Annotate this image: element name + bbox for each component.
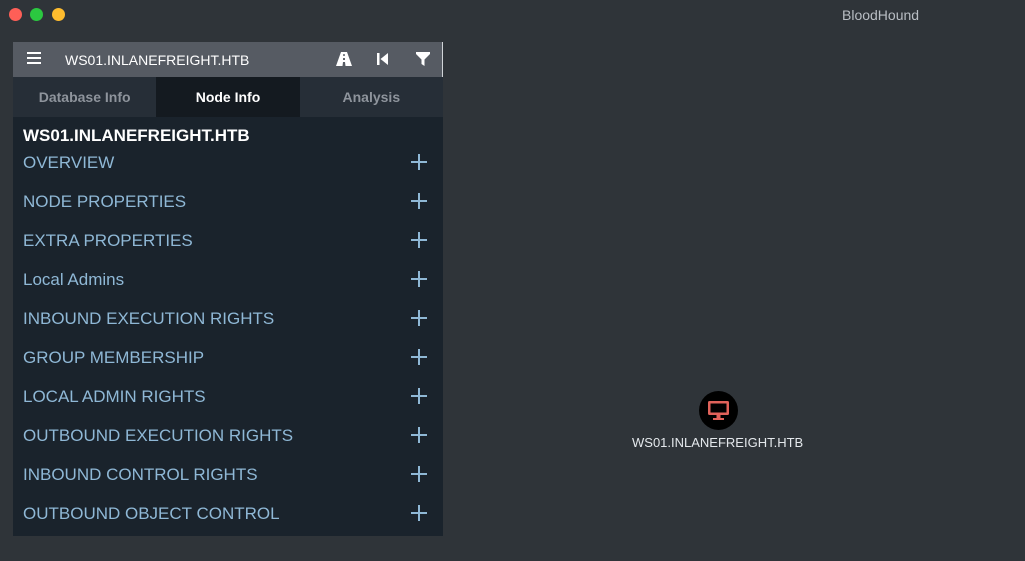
plus-icon[interactable]	[411, 154, 427, 170]
section-label: Local Admins	[23, 270, 125, 289]
section-label: OUTBOUND EXECUTION RIGHTS	[23, 426, 294, 445]
section-extra-properties[interactable]: EXTRA PROPERTIES	[13, 224, 443, 263]
window-titlebar: BloodHound	[0, 0, 1025, 30]
node-label: WS01.INLANEFREIGHT.HTB	[632, 435, 804, 450]
search-input[interactable]	[63, 48, 307, 72]
tab-database-info[interactable]: Database Info	[13, 77, 157, 117]
hamburger-icon[interactable]	[27, 52, 41, 66]
section-local-admins[interactable]: Local Admins	[13, 263, 443, 302]
search-bar	[13, 42, 443, 77]
step-back-icon[interactable]	[374, 50, 392, 68]
section-label: LOCAL ADMIN RIGHTS	[23, 387, 206, 406]
section-label: INBOUND CONTROL RIGHTS	[23, 465, 258, 484]
section-label: GROUP MEMBERSHIP	[23, 348, 205, 367]
plus-icon[interactable]	[411, 271, 427, 287]
tab-analysis[interactable]: Analysis	[299, 77, 443, 117]
maximize-window-button[interactable]	[30, 8, 43, 21]
plus-icon[interactable]	[411, 349, 427, 365]
section-node-properties[interactable]: NODE PROPERTIES	[13, 185, 443, 224]
node-info-panel: Database Info Node Info Analysis WS01.IN…	[13, 42, 443, 536]
node-title: WS01.INLANEFREIGHT.HTB	[23, 126, 250, 145]
plus-icon[interactable]	[411, 232, 427, 248]
section-local-admin-rights[interactable]: LOCAL ADMIN RIGHTS	[13, 380, 443, 419]
plus-icon[interactable]	[411, 310, 427, 326]
computer-node[interactable]	[699, 391, 738, 430]
window-title: BloodHound	[842, 7, 920, 23]
panel-tabs: Database Info Node Info Analysis	[13, 77, 443, 117]
node-sections: OVERVIEW NODE PROPERTIES EXTRA PROPERTIE…	[13, 146, 443, 536]
close-window-button[interactable]	[9, 8, 22, 21]
minimize-window-button[interactable]	[52, 8, 65, 21]
plus-icon[interactable]	[411, 505, 427, 521]
section-outbound-execution-rights[interactable]: OUTBOUND EXECUTION RIGHTS	[13, 419, 443, 458]
section-overview[interactable]: OVERVIEW	[13, 146, 443, 185]
road-icon[interactable]	[335, 50, 353, 68]
section-inbound-control-rights[interactable]: INBOUND CONTROL RIGHTS	[13, 458, 443, 497]
section-inbound-execution-rights[interactable]: INBOUND EXECUTION RIGHTS	[13, 302, 443, 341]
section-label: EXTRA PROPERTIES	[23, 231, 193, 250]
plus-icon[interactable]	[411, 427, 427, 443]
plus-icon[interactable]	[411, 193, 427, 209]
section-label: OVERVIEW	[23, 153, 115, 172]
section-outbound-object-control[interactable]: OUTBOUND OBJECT CONTROL	[13, 497, 443, 536]
plus-icon[interactable]	[411, 466, 427, 482]
computer-icon	[708, 401, 729, 420]
tab-node-info[interactable]: Node Info	[156, 77, 300, 117]
plus-icon[interactable]	[411, 388, 427, 404]
filter-icon[interactable]	[414, 50, 432, 68]
section-label: OUTBOUND OBJECT CONTROL	[23, 504, 280, 523]
section-label: NODE PROPERTIES	[23, 192, 187, 211]
section-label: INBOUND EXECUTION RIGHTS	[23, 309, 275, 328]
section-group-membership[interactable]: GROUP MEMBERSHIP	[13, 341, 443, 380]
